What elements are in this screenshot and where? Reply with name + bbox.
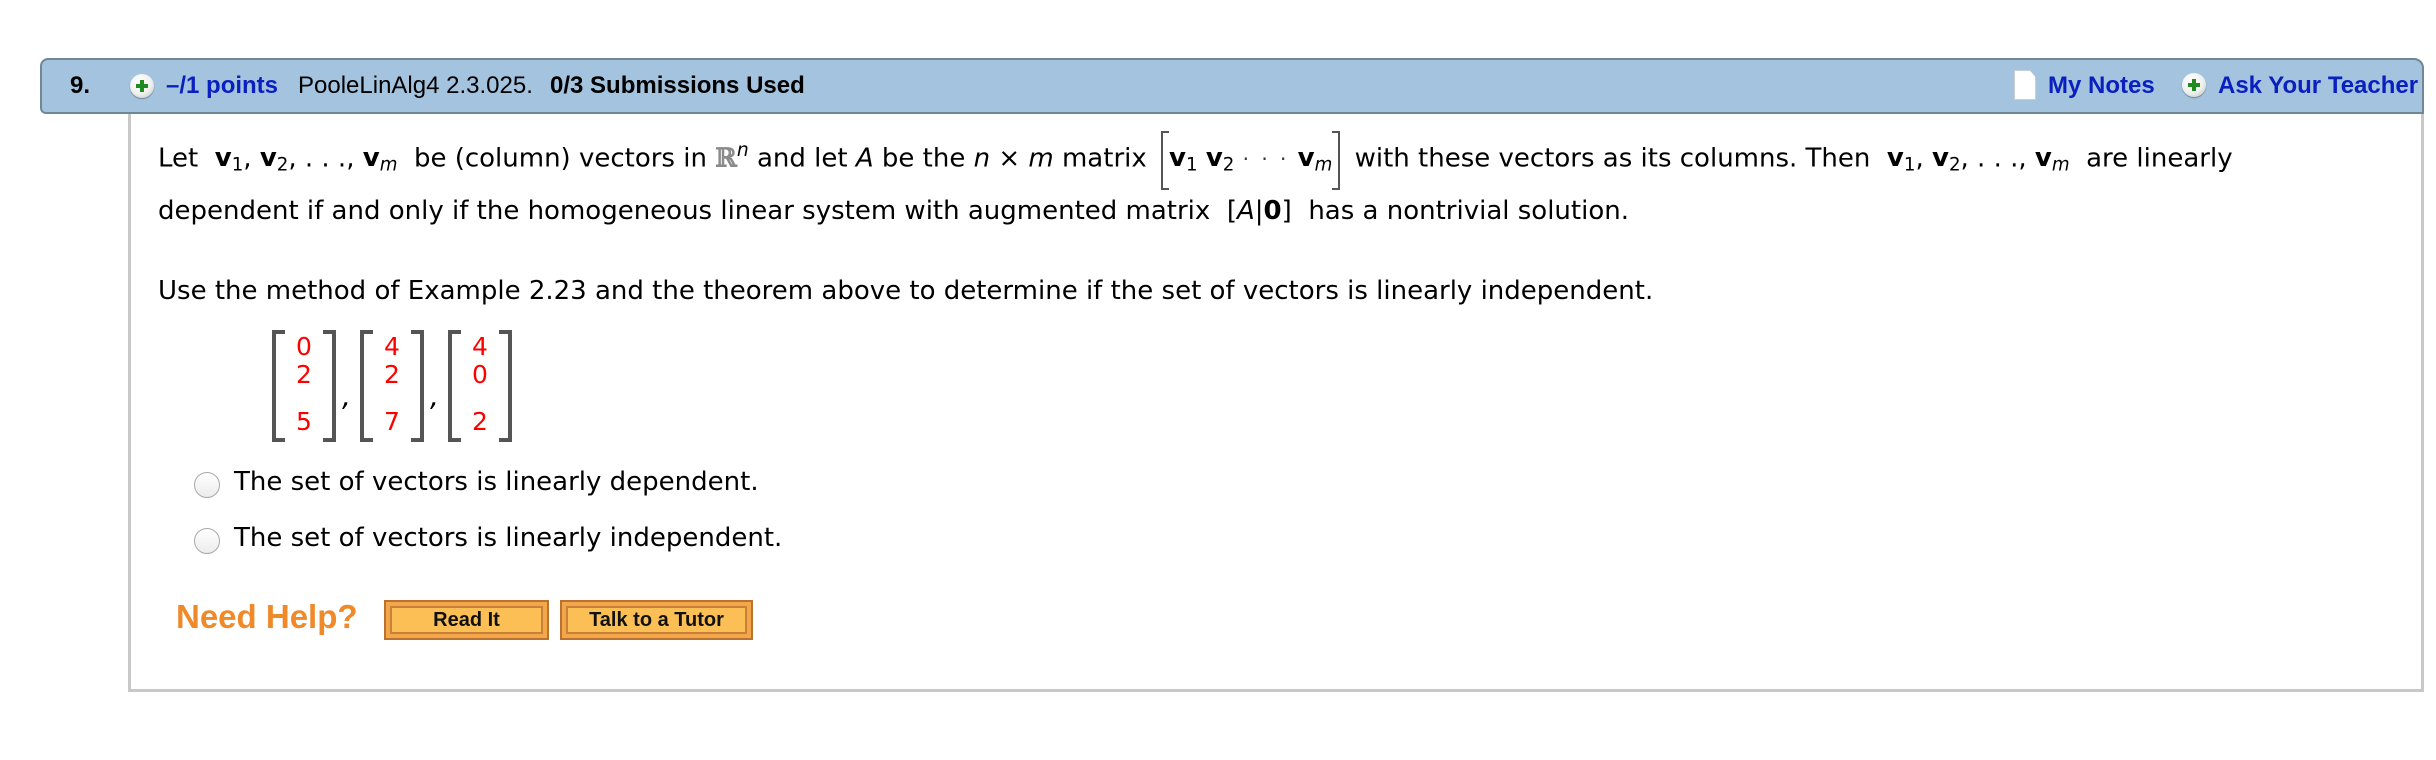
vector-entry: 0 — [472, 360, 488, 389]
text: are linearly — [2086, 143, 2233, 174]
expand-plus-icon[interactable] — [130, 74, 154, 98]
real-numbers-symbol: ℝ — [715, 143, 737, 174]
question-reference: PooleLinAlg4 2.3.025. — [298, 72, 533, 99]
vector-v2: v2 — [259, 143, 289, 176]
ask-your-teacher-link[interactable]: Ask Your Teacher — [2218, 72, 2418, 100]
separator: , — [430, 380, 439, 413]
read-it-button[interactable]: Read It — [384, 600, 549, 640]
separator: , — [342, 380, 351, 413]
vector-entry: 7 — [384, 407, 400, 436]
my-notes-link[interactable]: My Notes — [2048, 72, 2155, 100]
option-independent[interactable]: The set of vectors is linearly independe… — [194, 522, 782, 554]
radio-dependent[interactable] — [194, 472, 220, 498]
instructions: Use the method of Example 2.23 and the t… — [158, 276, 1654, 306]
vector-v1: v1 — [214, 143, 244, 176]
text: be the — [881, 143, 966, 174]
vector-entry: 4 — [384, 332, 400, 361]
button-label: Read It — [390, 606, 543, 634]
vector-3: 4 0 2 — [448, 330, 512, 442]
theorem-line-1: Let v1, v2, . . ., vm be (column) vector… — [158, 131, 2233, 190]
question-header: 9. –/1 points PooleLinAlg4 2.3.025. 0/3 … — [40, 58, 2424, 114]
column-matrix: v1 v2 · · · vm — [1161, 131, 1341, 190]
talk-to-tutor-button[interactable]: Talk to a Tutor — [560, 600, 753, 640]
augmented-matrix: [A|0] — [1226, 196, 1292, 226]
var-n: n — [973, 143, 991, 174]
question-number: 9. — [70, 72, 91, 99]
vector-vm: vm — [362, 143, 398, 176]
times-symbol: × — [998, 143, 1021, 174]
text: Let — [158, 143, 199, 174]
vector-2: 4 2 7 — [360, 330, 424, 442]
theorem-line-2: dependent if and only if the homogeneous… — [158, 196, 1629, 226]
option-label: The set of vectors is linearly dependent… — [234, 467, 759, 497]
need-help-label: Need Help? — [176, 598, 358, 635]
vector-entry: 2 — [296, 360, 312, 389]
vector-entry: 2 — [472, 407, 488, 436]
ask-teacher-plus-icon[interactable] — [2182, 73, 2206, 97]
var-m: m — [1028, 143, 1054, 174]
text: dependent if and only if the homogeneous… — [158, 196, 1211, 226]
submissions-used: 0/3 Submissions Used — [550, 72, 805, 99]
cdots: · · · — [1242, 147, 1290, 172]
vector-set: 0 2 5 , 4 2 7 , 4 0 2 — [272, 330, 512, 444]
text: and let — [756, 143, 848, 174]
text: with these vectors as its columns. Then — [1354, 143, 1871, 174]
notes-icon[interactable] — [2014, 70, 2036, 100]
vector-entry: 5 — [296, 407, 312, 436]
option-dependent[interactable]: The set of vectors is linearly dependent… — [194, 466, 759, 498]
vector-1: 0 2 5 — [272, 330, 336, 442]
vector-entry: 2 — [384, 360, 400, 389]
superscript-n: n — [736, 140, 749, 161]
radio-independent[interactable] — [194, 528, 220, 554]
vector-entry: 4 — [472, 332, 488, 361]
vector-entry: 0 — [296, 332, 312, 361]
text: be (column) vectors in — [413, 143, 707, 174]
points-link[interactable]: –/1 points — [166, 72, 278, 100]
matrix-A: A — [855, 143, 874, 174]
ellipsis: . . . — [304, 143, 347, 174]
text: matrix — [1061, 143, 1147, 174]
button-label: Talk to a Tutor — [566, 606, 747, 634]
option-label: The set of vectors is linearly independe… — [234, 523, 783, 553]
text: has a nontrivial solution. — [1308, 196, 1629, 226]
